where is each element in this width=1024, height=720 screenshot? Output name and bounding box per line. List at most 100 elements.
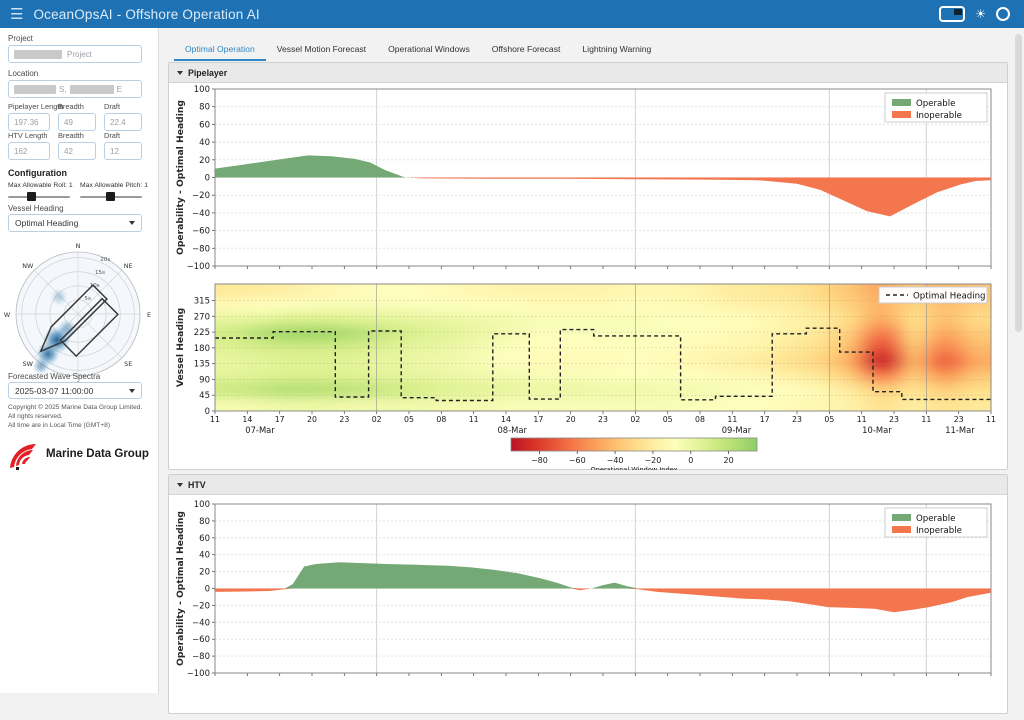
svg-text:100: 100 [194, 500, 210, 510]
pipelayer-breadth-value: 49 [64, 118, 73, 127]
svg-text:23: 23 [598, 415, 608, 424]
svg-text:SW: SW [23, 360, 34, 368]
tab-optimal-operation[interactable]: Optimal Operation [174, 40, 266, 61]
svg-text:14: 14 [501, 415, 511, 424]
htv-length-value: 162 [14, 147, 27, 156]
area-chart-svg: −100−80−60−40−20020406080100Operability … [169, 494, 1009, 715]
roll-slider[interactable] [8, 192, 70, 202]
svg-text:0: 0 [688, 456, 693, 465]
roll-slider-handle[interactable] [27, 192, 36, 201]
svg-text:14: 14 [242, 415, 252, 424]
wave-spectra-polar-plot: 5s10s15s20sNNEESESSWWNW [2, 232, 154, 392]
circle-theme-icon[interactable] [996, 7, 1010, 21]
htv-panel-header[interactable]: HTV [169, 475, 1007, 495]
display-toggle-icon[interactable] [939, 6, 965, 22]
svg-text:Inoperable: Inoperable [916, 526, 962, 536]
svg-text:45: 45 [199, 391, 210, 401]
sun-brightness-icon[interactable]: ☀ [975, 7, 986, 21]
svg-text:−40: −40 [607, 456, 624, 465]
marine-data-group-logo-icon [6, 436, 42, 472]
collapse-icon [177, 483, 183, 487]
svg-text:11: 11 [210, 415, 220, 424]
pipelayer-length-input[interactable]: 197.36 [8, 113, 50, 131]
tab-vessel-motion-forecast[interactable]: Vessel Motion Forecast [266, 40, 377, 61]
svg-text:17: 17 [533, 415, 543, 424]
redacted-text [70, 85, 114, 94]
wave-spectra-select[interactable]: 2025-03-07 11:00:00 [8, 382, 142, 399]
svg-text:20: 20 [199, 156, 210, 166]
svg-text:0: 0 [205, 585, 210, 595]
svg-text:SE: SE [124, 360, 132, 368]
svg-text:20: 20 [199, 568, 210, 578]
svg-text:08-Mar: 08-Mar [497, 425, 527, 435]
page-scrollbar[interactable] [1015, 34, 1022, 332]
svg-text:20: 20 [307, 415, 317, 424]
svg-text:07-Mar: 07-Mar [245, 425, 275, 435]
svg-text:20: 20 [566, 415, 576, 424]
pipelayer-length-value: 197.36 [14, 118, 38, 127]
htv-breadth-input[interactable]: 42 [58, 142, 96, 160]
htv-length-input[interactable]: 162 [8, 142, 50, 160]
tab-lightning-warning[interactable]: Lightning Warning [571, 40, 662, 61]
svg-text:−20: −20 [644, 456, 661, 465]
pitch-slider[interactable] [80, 192, 142, 202]
svg-text:10-Mar: 10-Mar [862, 425, 892, 435]
svg-text:11-Mar: 11-Mar [945, 425, 975, 435]
svg-text:40: 40 [199, 551, 210, 561]
svg-text:02: 02 [630, 415, 640, 424]
svg-text:Operational Window Index: Operational Window Index [590, 466, 677, 470]
location-input[interactable]: S, E [8, 80, 142, 98]
polar-plot-svg: 5s10s15s20sNNEESESSWWNW [2, 232, 154, 392]
location-label: Location [8, 69, 38, 78]
pipelayer-length-label: Pipelayer Length [8, 102, 63, 111]
svg-text:23: 23 [339, 415, 349, 424]
pitch-slider-label: Max Allowable Pitch: 1 [80, 182, 148, 189]
project-input[interactable]: Project [8, 45, 142, 63]
svg-text:17: 17 [275, 415, 285, 424]
tab-operational-windows[interactable]: Operational Windows [377, 40, 481, 61]
caret-down-icon [129, 221, 135, 225]
project-label: Project [8, 34, 33, 43]
roll-slider-label: Max Allowable Roll: 1 [8, 182, 73, 189]
svg-text:60: 60 [199, 534, 210, 544]
pipelayer-panel-header[interactable]: Pipelayer [169, 63, 1007, 83]
svg-text:NE: NE [124, 262, 133, 270]
pipelayer-panel: Pipelayer −100−80−60−40−20020406080100Op… [168, 62, 1008, 470]
svg-text:−60: −60 [192, 635, 210, 645]
svg-text:−100: −100 [187, 262, 210, 272]
svg-text:Operable: Operable [916, 514, 955, 524]
area-chart-svg: −100−80−60−40−20020406080100Operability … [169, 82, 1009, 278]
svg-text:−100: −100 [187, 669, 210, 679]
svg-text:−20: −20 [192, 601, 210, 611]
tab-offshore-forecast[interactable]: Offshore Forecast [481, 40, 572, 61]
app-header: ☰ OceanOpsAI - Offshore Operation AI ☀ [0, 0, 1024, 28]
logo-text: Marine Data Group [46, 448, 149, 460]
svg-text:11: 11 [986, 415, 996, 424]
svg-text:−40: −40 [192, 209, 210, 219]
svg-text:−60: −60 [192, 227, 210, 237]
heatmap-overlay-svg: 0459013518022527031511141720230205081114… [169, 278, 1009, 470]
configuration-heading: Configuration [8, 168, 67, 178]
svg-text:0: 0 [205, 174, 210, 184]
vessel-heading-select[interactable]: Optimal Heading [8, 214, 142, 232]
htv-panel-title: HTV [188, 480, 206, 490]
svg-text:20s: 20s [100, 257, 110, 263]
copyright-line1: Copyright © 2025 Marine Data Group Limit… [8, 403, 150, 421]
pipelayer-draft-value: 22.4 [110, 118, 126, 127]
svg-text:Vessel Heading: Vessel Heading [175, 308, 186, 387]
pipelayer-draft-input[interactable]: 22.4 [104, 113, 142, 131]
svg-text:40: 40 [199, 138, 210, 148]
htv-draft-input[interactable]: 12 [104, 142, 142, 160]
pitch-slider-handle[interactable] [106, 192, 115, 201]
pipelayer-panel-title: Pipelayer [188, 68, 227, 78]
svg-text:11: 11 [727, 415, 737, 424]
svg-text:08: 08 [436, 415, 446, 424]
svg-text:02: 02 [372, 415, 382, 424]
svg-text:23: 23 [889, 415, 899, 424]
redacted-text [14, 50, 62, 59]
location-part1: S, [59, 85, 67, 94]
copyright-line2: All time are in Local Time (GMT+8) [8, 421, 150, 430]
svg-text:Optimal Heading: Optimal Heading [913, 292, 986, 302]
hamburger-menu-icon[interactable]: ☰ [10, 5, 23, 23]
pipelayer-breadth-input[interactable]: 49 [58, 113, 96, 131]
